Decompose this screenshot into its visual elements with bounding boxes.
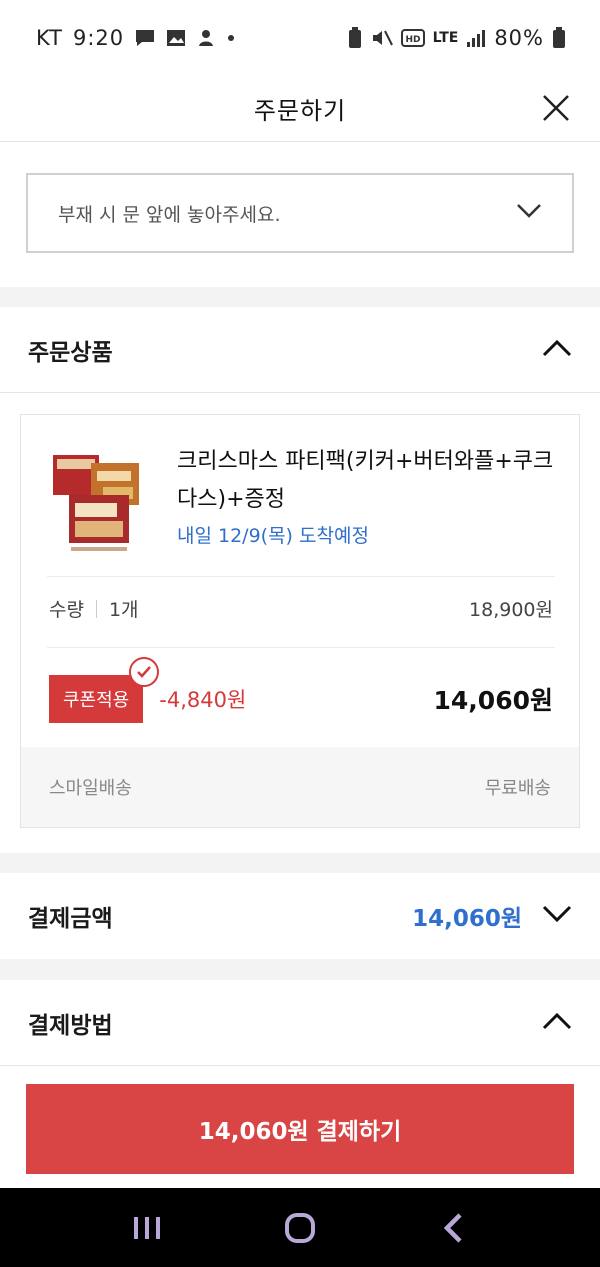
svg-text:HD: HD xyxy=(405,35,420,45)
delivery-request-select[interactable]: 부재 시 문 앞에 놓아주세요. xyxy=(26,173,574,253)
status-bar: KT 9:20 HD LTE 80% xyxy=(0,0,600,76)
quantity-value: 1개 xyxy=(108,599,139,621)
back-icon xyxy=(444,1212,462,1243)
check-icon xyxy=(129,657,160,687)
network-type: LTE xyxy=(432,30,459,46)
close-button[interactable] xyxy=(536,88,576,128)
battery-saver-icon xyxy=(347,27,363,49)
product-image[interactable] xyxy=(47,443,151,559)
chevron-down-icon xyxy=(542,905,572,927)
delivery-request-value: 부재 시 문 앞에 놓아주세요. xyxy=(58,203,281,226)
page-title: 주문하기 xyxy=(253,97,347,125)
recents-button[interactable] xyxy=(117,1198,177,1258)
clock: 9:20 xyxy=(72,26,125,50)
quantity-label: 수량 xyxy=(49,599,84,621)
message-icon xyxy=(134,28,156,48)
chevron-up-icon xyxy=(542,1012,572,1034)
order-items-header[interactable]: 주문상품 xyxy=(0,307,600,393)
product-name[interactable]: 크리스마스 파티팩(키커+버터와플+쿠크다스)+증정 xyxy=(177,443,557,519)
back-button[interactable] xyxy=(423,1198,483,1258)
home-button[interactable] xyxy=(270,1198,330,1258)
hd-voice-icon: HD xyxy=(400,29,425,47)
coupon-apply-button[interactable]: 쿠폰적용 xyxy=(49,657,160,723)
home-icon xyxy=(284,1212,315,1243)
shipping-info: 스마일배송 무료배송 xyxy=(21,747,579,827)
close-icon xyxy=(543,95,569,121)
divider xyxy=(47,576,555,577)
divider xyxy=(47,647,555,648)
item-final-price: 14,060원 xyxy=(433,686,553,715)
system-nav-bar xyxy=(0,1188,600,1267)
coupon-row: 쿠폰적용 -4,840원 14,060원 xyxy=(49,657,553,725)
order-items-title: 주문상품 xyxy=(28,339,113,366)
payment-amount-header[interactable]: 결제금액 14,060원 xyxy=(0,873,600,959)
separator xyxy=(95,599,97,618)
shipping-fee: 무료배송 xyxy=(484,778,551,799)
section-divider xyxy=(0,853,600,873)
battery-percent: 80% xyxy=(494,26,544,50)
discount-amount: -4,840원 xyxy=(159,688,247,712)
page-header: 주문하기 xyxy=(0,76,600,142)
recents-icon xyxy=(133,1216,160,1239)
pay-button[interactable]: 14,060원 결제하기 xyxy=(26,1084,574,1174)
product-card: 크리스마스 파티팩(키커+버터와플+쿠크다스)+증정 내일 12/9(목) 도착… xyxy=(20,414,580,828)
battery-icon xyxy=(552,27,566,49)
quantity-row: 수량 1개 18,900원 xyxy=(49,595,553,622)
mute-icon xyxy=(371,28,393,48)
arrival-estimate: 내일 12/9(목) 도착예정 xyxy=(177,525,369,547)
gallery-icon xyxy=(166,29,186,47)
payment-amount-value: 14,060원 xyxy=(412,906,522,932)
shipping-type: 스마일배송 xyxy=(49,778,132,799)
original-price: 18,900원 xyxy=(469,599,553,621)
chevron-down-icon xyxy=(516,203,542,223)
more-notifications-icon xyxy=(226,33,236,43)
coupon-apply-label: 쿠폰적용 xyxy=(63,690,130,711)
payment-amount-title: 결제금액 xyxy=(28,906,113,932)
chevron-up-icon xyxy=(542,339,572,361)
carrier-label: KT xyxy=(36,26,63,50)
payment-method-header[interactable]: 결제방법 xyxy=(0,980,600,1066)
payment-method-title: 결제방법 xyxy=(28,1012,113,1039)
signal-icon xyxy=(466,28,486,48)
section-divider xyxy=(0,287,600,307)
app-notification-icon xyxy=(196,28,216,48)
section-divider xyxy=(0,959,600,980)
